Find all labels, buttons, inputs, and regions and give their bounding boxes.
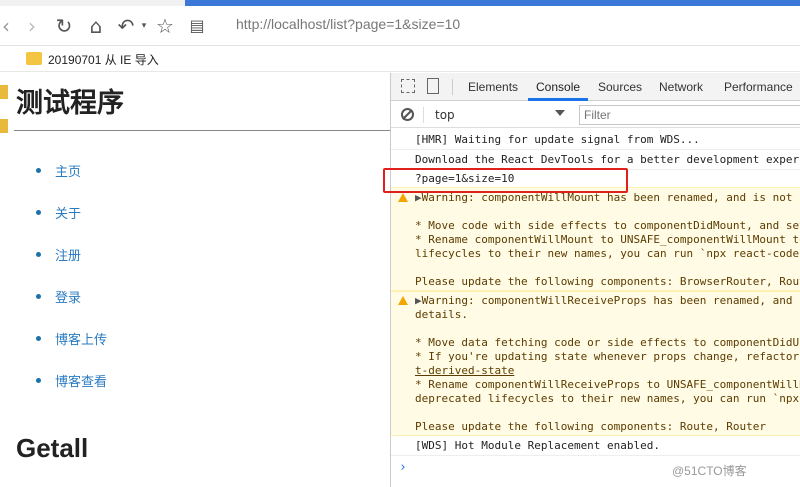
chevron-down-icon[interactable] bbox=[555, 110, 565, 116]
warning-message: * Rename componentWillReceiveProps to UN… bbox=[415, 378, 800, 391]
warning-message: * If you're updating state whenever prop… bbox=[415, 350, 800, 363]
divider bbox=[14, 130, 390, 131]
reader-icon[interactable]: ▤ bbox=[185, 14, 209, 38]
nav-link-register[interactable]: 注册 bbox=[55, 245, 81, 264]
nav-link-home[interactable]: 主页 bbox=[55, 161, 81, 180]
divider bbox=[391, 149, 800, 150]
console-message: Download the React DevTools for a better… bbox=[415, 153, 800, 166]
left-edge-strip bbox=[0, 73, 14, 487]
inspect-element-icon[interactable] bbox=[401, 79, 415, 93]
warning-message: details. bbox=[415, 308, 468, 321]
bookmark-folder-label[interactable]: 20190701 从 IE 导入 bbox=[48, 51, 159, 68]
folder-icon bbox=[26, 52, 42, 65]
warning-link[interactable]: t-derived-state bbox=[415, 364, 514, 378]
devtools-tab-bar: Elements Console Sources Network Perform… bbox=[391, 73, 800, 101]
console-prompt-icon[interactable]: › bbox=[399, 461, 407, 475]
console-filter-input[interactable] bbox=[579, 105, 800, 125]
console-warning-text[interactable]: ▶Warning: componentWillMount has been re… bbox=[415, 191, 793, 205]
bullet-icon bbox=[36, 252, 41, 257]
tab-console[interactable]: Console bbox=[536, 80, 580, 94]
browser-toolbar: ‹ › ↻ ⌂ ↶ ▾ ☆ ▤ http://localhost/list?pa… bbox=[0, 6, 800, 46]
warning-message: deprecated lifecycles to their new names… bbox=[415, 392, 800, 405]
warning-message: * Move code with side effects to compone… bbox=[415, 219, 800, 232]
warning-message: * Rename componentWillMount to UNSAFE_co… bbox=[415, 233, 800, 246]
context-selector[interactable]: top bbox=[435, 108, 455, 122]
nav-link-blog-view[interactable]: 博客查看 bbox=[55, 371, 107, 390]
page-title: 测试程序 bbox=[16, 88, 124, 118]
console-warning-text[interactable]: ▶Warning: componentWillReceiveProps has … bbox=[415, 294, 793, 308]
console-message: [WDS] Hot Module Replacement enabled. bbox=[415, 439, 661, 452]
edge-bookmark-icon bbox=[0, 85, 8, 99]
bullet-icon bbox=[36, 168, 41, 173]
home-icon[interactable]: ⌂ bbox=[84, 14, 108, 38]
devtools-panel: Elements Console Sources Network Perform… bbox=[390, 73, 800, 487]
tab-performance[interactable]: Performance bbox=[724, 80, 793, 94]
warning-message: Please update the following components: … bbox=[415, 420, 766, 433]
console-filter-bar: top bbox=[391, 102, 800, 128]
edge-bookmark-icon bbox=[0, 119, 8, 133]
address-bar[interactable]: http://localhost/list?page=1&size=10 bbox=[236, 16, 460, 32]
tab-elements[interactable]: Elements bbox=[468, 80, 518, 94]
warning-message: Please update the following components: … bbox=[415, 275, 800, 288]
reload-icon[interactable]: ↻ bbox=[52, 14, 76, 38]
toolbar-divider bbox=[452, 79, 453, 95]
forward-icon[interactable]: › bbox=[20, 14, 44, 38]
nav-link-login[interactable]: 登录 bbox=[55, 287, 81, 306]
bullet-icon bbox=[36, 336, 41, 341]
warning-message: * Move data fetching code or side effect… bbox=[415, 336, 800, 349]
warning-message: Warning: componentWillReceiveProps has b… bbox=[421, 294, 793, 307]
bullet-icon bbox=[36, 210, 41, 215]
expand-triangle-icon[interactable]: ▶ bbox=[415, 294, 422, 307]
divider bbox=[391, 455, 800, 456]
bookmarks-bar: 20190701 从 IE 导入 bbox=[0, 47, 800, 72]
warning-icon bbox=[398, 193, 408, 202]
active-tab-indicator bbox=[528, 98, 588, 101]
tab-sources[interactable]: Sources bbox=[598, 80, 642, 94]
warning-icon bbox=[398, 296, 408, 305]
section-title: Getall bbox=[16, 433, 89, 463]
highlight-box bbox=[383, 168, 628, 193]
web-page: 测试程序 主页 关于 注册 登录 博客上传 博客查看 Getall bbox=[14, 73, 390, 487]
nav-link-about[interactable]: 关于 bbox=[55, 203, 81, 222]
bullet-icon bbox=[36, 378, 41, 383]
warning-message: lifecycles to their new names, you can r… bbox=[415, 247, 800, 260]
watermark: @51CTO博客 bbox=[672, 464, 747, 478]
nav-link-blog-upload[interactable]: 博客上传 bbox=[55, 329, 107, 348]
tab-network[interactable]: Network bbox=[659, 80, 703, 94]
back-icon[interactable]: ‹ bbox=[0, 14, 18, 38]
device-toggle-icon[interactable] bbox=[427, 78, 439, 94]
toolbar-divider bbox=[423, 107, 424, 123]
console-message: [HMR] Waiting for update signal from WDS… bbox=[415, 133, 700, 146]
clear-console-icon[interactable] bbox=[401, 108, 414, 121]
bullet-icon bbox=[36, 294, 41, 299]
favorite-star-icon[interactable]: ☆ bbox=[153, 14, 177, 38]
